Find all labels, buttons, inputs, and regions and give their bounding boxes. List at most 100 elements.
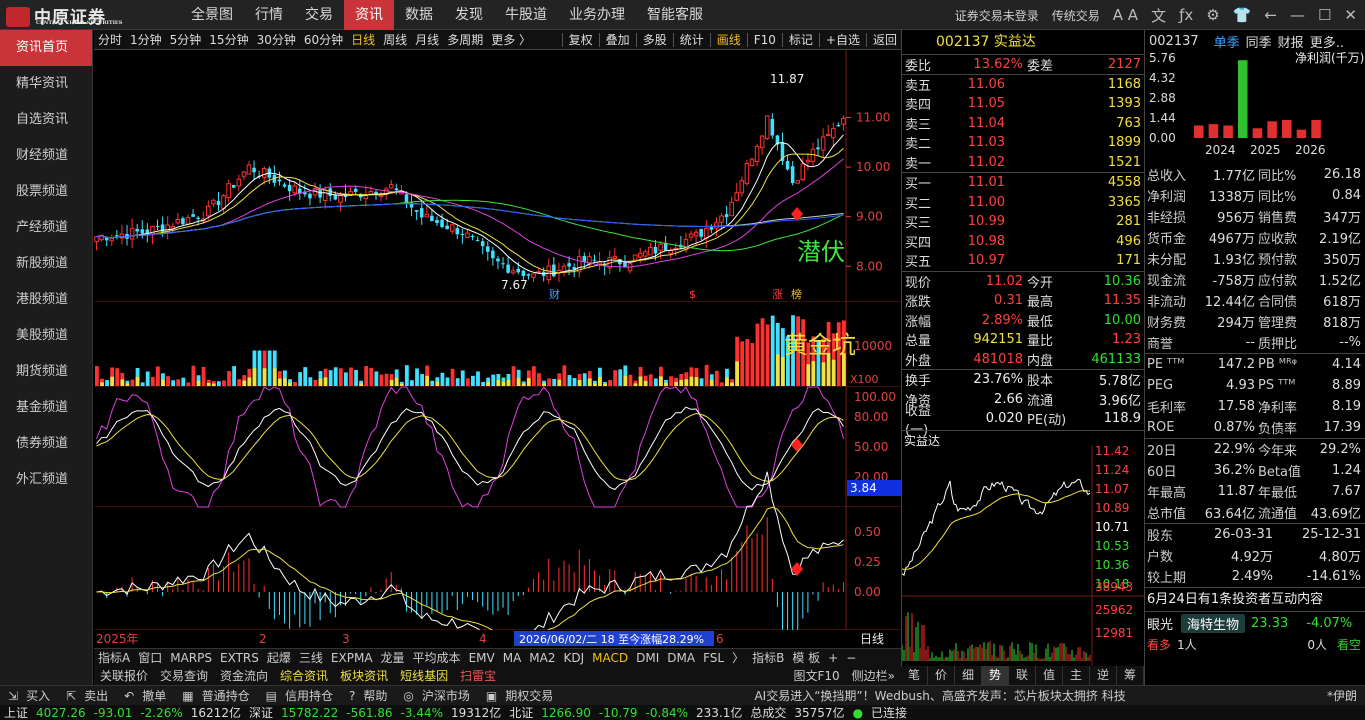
top-nav-item[interactable]: 业务办理 (558, 0, 636, 30)
chart-tool-button[interactable]: 叠加 (602, 31, 634, 48)
news-ticker[interactable]: AI交易进入“换挡期”！Wedbush、高盛齐发声：芯片板块太拥挤 科技 (746, 687, 1133, 704)
maximize-icon[interactable]: ☐ (1318, 6, 1331, 24)
top-nav-item[interactable]: 智能客服 (636, 0, 714, 30)
finance-tab[interactable]: 单季 (1211, 32, 1243, 51)
top-nav-item[interactable]: 牛股道 (494, 0, 558, 30)
top-nav-item[interactable]: 行情 (244, 0, 294, 30)
chart-tool-button[interactable]: 返回 (869, 31, 901, 48)
indicator-tab[interactable]: 起爆 (263, 649, 295, 666)
finance-tab[interactable]: 同季 (1243, 32, 1275, 51)
indicator-tab[interactable]: 窗口 (134, 649, 166, 666)
chart-tool-button[interactable]: +自选 (822, 31, 864, 48)
status-button[interactable]: 信用持仓 (285, 687, 341, 704)
function-tab[interactable]: 图文F10 (787, 667, 845, 684)
chart-tool-button[interactable]: F10 (750, 33, 780, 47)
sidebar-item[interactable]: 产经频道 (0, 210, 92, 246)
sidebar-item[interactable]: 美股频道 (0, 318, 92, 354)
indicator-tab[interactable]: 龙量 (377, 649, 409, 666)
finance-tab[interactable]: 更多.. (1307, 32, 1347, 51)
bull-label[interactable]: 看多 (1145, 636, 1171, 653)
chart-tool-button[interactable]: 标记 (785, 31, 817, 48)
translate-icon[interactable]: 文 (1151, 5, 1166, 26)
period-tab[interactable]: 分时 (94, 31, 126, 48)
indicator-tab[interactable]: MACD (588, 651, 632, 665)
indicator-tab[interactable]: KDJ (559, 651, 588, 665)
function-tab[interactable]: 板块资讯 (334, 667, 394, 684)
top-nav-item[interactable]: 全景图 (180, 0, 244, 30)
chart-tool-button[interactable]: 画线 (713, 31, 745, 48)
bear-label[interactable]: 看空 (1337, 636, 1361, 653)
indicator-tab[interactable]: + (824, 651, 842, 665)
indicator-tab[interactable]: FSL (699, 651, 728, 665)
top-nav-item[interactable]: 发现 (444, 0, 494, 30)
function-tab[interactable]: 扫雷宝 (454, 667, 502, 684)
top-nav-item[interactable]: 资讯 (344, 0, 394, 30)
function-tab[interactable]: 侧边栏» (846, 667, 901, 684)
status-button[interactable]: 帮助 (363, 687, 395, 704)
order-row[interactable]: 卖一 11.02 1521 (902, 153, 1144, 173)
close-icon[interactable]: ✕ (1344, 6, 1357, 24)
chart-tool-button[interactable]: 复权 (565, 31, 597, 48)
order-row[interactable]: 买三 10.99 281 (902, 212, 1144, 232)
order-row[interactable]: 买四 10.98 496 (902, 232, 1144, 252)
skin-icon[interactable]: 👕 (1233, 6, 1252, 24)
chart-tool-button[interactable]: 统计 (676, 31, 708, 48)
sidebar-item[interactable]: 精华资讯 (0, 66, 92, 102)
period-tab[interactable]: 日线 (347, 31, 379, 48)
order-row[interactable]: 卖二 11.03 1899 (902, 133, 1144, 153)
intraday-tab[interactable]: 主 (1063, 666, 1090, 685)
indicator-tab[interactable]: 模 板 (788, 649, 824, 666)
chart-tool-button[interactable]: 多股 (639, 31, 671, 48)
sidebar-item[interactable]: 新股频道 (0, 246, 92, 282)
period-tab[interactable]: 1分钟 (126, 31, 166, 48)
back-arrow-icon[interactable]: ← (1264, 6, 1277, 24)
top-nav-item[interactable]: 数据 (394, 0, 444, 30)
gear-icon[interactable]: ⚙ (1206, 6, 1219, 24)
period-tab[interactable]: 30分钟 (253, 31, 300, 48)
function-tab[interactable]: 资金流向 (214, 667, 274, 684)
period-tab[interactable]: 5分钟 (166, 31, 206, 48)
sidebar-item[interactable]: 基金频道 (0, 390, 92, 426)
function-tab[interactable]: 综合资讯 (274, 667, 334, 684)
indicator-tab[interactable]: MA (499, 651, 526, 665)
order-row[interactable]: 买二 11.00 3365 (902, 193, 1144, 213)
trade-login-status[interactable]: 证券交易未登录 (955, 7, 1039, 24)
top-nav-item[interactable]: 交易 (294, 0, 344, 30)
order-row[interactable]: 卖四 11.05 1393 (902, 94, 1144, 114)
indicator-tab[interactable]: 〉 (728, 649, 748, 666)
sidebar-item[interactable]: 外汇频道 (0, 462, 92, 498)
status-button[interactable]: *伊朗 (1319, 687, 1365, 704)
indicator-tab[interactable]: 指标B (748, 649, 788, 666)
intraday-tab[interactable]: 逆 (1090, 666, 1117, 685)
period-tab[interactable]: 多周期 (443, 31, 487, 48)
sidebar-item[interactable]: 资讯首页 (0, 30, 92, 66)
indicator-tab[interactable]: MARPS (166, 651, 216, 665)
formula-icon[interactable]: ƒx (1179, 6, 1193, 24)
indicator-tab[interactable]: EXTRS (216, 651, 263, 665)
status-button[interactable]: 普通持仓 (202, 687, 258, 704)
function-tab[interactable]: 交易查询 (154, 667, 214, 684)
sidebar-item[interactable]: 自选资讯 (0, 102, 92, 138)
indicator-tab[interactable]: EXPMA (327, 651, 377, 665)
intraday-tab[interactable]: 值 (1036, 666, 1063, 685)
period-tab[interactable]: 更多 〉 (487, 31, 535, 48)
intraday-chart[interactable]: 11.4211.2411.0710.8910.7110.5310.3610.18… (901, 431, 1145, 667)
order-row[interactable]: 买一 11.01 4558 (902, 173, 1144, 193)
indicator-tab[interactable]: 指标A (94, 649, 134, 666)
kline-chart-area[interactable]: 11.00 10.00 9.00 8.00 11.87 7.67 潜伏财 $ 涨榜 10000 X1… (94, 50, 901, 648)
status-button[interactable]: 期权交易 (505, 687, 561, 704)
indicator-tab[interactable]: 平均成本 (409, 649, 465, 666)
indicator-tab[interactable]: DMA (663, 651, 699, 665)
finance-tab[interactable]: 财报 (1275, 32, 1307, 51)
sidebar-item[interactable]: 债券频道 (0, 426, 92, 462)
indicator-tab[interactable]: MA2 (525, 651, 559, 665)
minimize-icon[interactable]: — (1290, 6, 1305, 24)
status-button[interactable]: 卖出 (84, 687, 116, 704)
classic-trade-button[interactable]: 传统交易 (1052, 7, 1100, 24)
period-tab[interactable]: 月线 (411, 31, 443, 48)
sidebar-item[interactable]: 期货频道 (0, 354, 92, 390)
intraday-tab[interactable]: 细 (955, 666, 982, 685)
sidebar-item[interactable]: 股票频道 (0, 174, 92, 210)
investor-news[interactable]: 6月24日有1条投资者互动内容 (1145, 588, 1365, 612)
function-tab[interactable]: 短线基因 (394, 667, 454, 684)
